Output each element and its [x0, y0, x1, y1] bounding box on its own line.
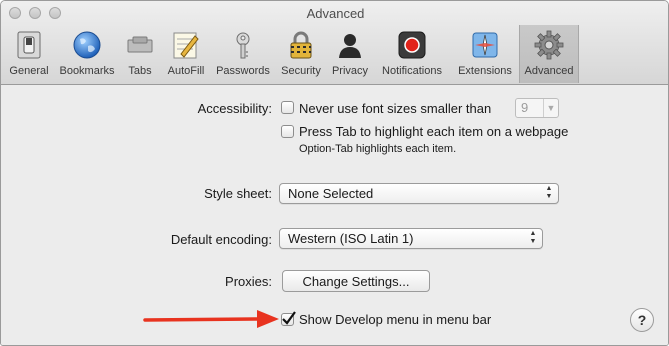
tab-highlight-hint: Option-Tab highlights each item.: [299, 143, 457, 155]
tabs-icon: [123, 29, 157, 61]
general-switch-icon: [12, 29, 46, 61]
preferences-toolbar: General Bookmarks Tabs AutoFill Password…: [3, 25, 579, 83]
advanced-pane: Accessibility: Never use font sizes smal…: [1, 86, 668, 345]
tab-highlight-checkbox-label: Press Tab to highlight each item on a we…: [299, 124, 569, 139]
toolbar-bookmarks-label: Bookmarks: [59, 65, 115, 77]
min-font-size-checkbox-label: Never use font sizes smaller than: [299, 101, 492, 116]
proxies-label: Proxies:: [225, 274, 272, 289]
notification-record-icon: [395, 29, 429, 61]
checkmark-icon: [282, 311, 296, 325]
window-title: Advanced: [306, 6, 365, 21]
default-encoding-popup[interactable]: Western (ISO Latin 1) ▲ ▼: [279, 228, 543, 249]
toolbar-privacy-label: Privacy: [331, 65, 369, 77]
toolbar-general[interactable]: General: [3, 25, 55, 83]
autofill-pencil-icon: [169, 29, 203, 61]
tab-highlight-checkbox[interactable]: [281, 125, 294, 138]
toolbar-autofill[interactable]: AutoFill: [161, 25, 211, 83]
default-encoding-value: Western (ISO Latin 1): [288, 231, 414, 246]
default-encoding-label: Default encoding:: [170, 232, 272, 247]
min-font-size-select[interactable]: 9 ▼: [515, 98, 559, 118]
toolbar-bookmarks[interactable]: Bookmarks: [55, 25, 119, 83]
toolbar-passwords-label: Passwords: [216, 65, 270, 77]
style-sheet-value: None Selected: [288, 186, 374, 201]
min-font-size-checkbox[interactable]: [281, 101, 294, 114]
min-font-size-value: 9: [521, 100, 529, 115]
toolbar-extensions[interactable]: Extensions: [451, 25, 519, 83]
help-button[interactable]: ?: [630, 308, 654, 332]
change-proxy-settings-button[interactable]: Change Settings...: [282, 270, 430, 292]
preferences-window: Advanced General Bookmarks Tabs AutoFill…: [0, 0, 669, 346]
toolbar-notifications-label: Notifications: [382, 65, 442, 77]
style-sheet-label: Style sheet:: [204, 186, 272, 201]
style-sheet-popup[interactable]: None Selected ▲ ▼: [279, 183, 559, 204]
up-down-arrows-icon: ▲ ▼: [545, 185, 553, 200]
toolbar-advanced-label: Advanced: [524, 65, 574, 77]
toolbar-tabs-label: Tabs: [128, 65, 152, 77]
toolbar-autofill-label: AutoFill: [167, 65, 205, 77]
accessibility-label: Accessibility:: [197, 101, 272, 116]
toolbar-notifications[interactable]: Notifications: [373, 25, 451, 83]
show-develop-menu-checkbox[interactable]: [281, 311, 296, 326]
toolbar-security[interactable]: Security: [275, 25, 327, 83]
toolbar-advanced[interactable]: Advanced: [519, 25, 579, 83]
chevron-down-icon: ▼: [543, 99, 558, 117]
red-arrow-annotation: [143, 310, 279, 328]
toolbar-passwords[interactable]: Passwords: [211, 25, 275, 83]
gear-icon: [532, 29, 566, 61]
toolbar-general-label: General: [9, 65, 49, 77]
padlock-icon: [284, 29, 318, 61]
up-down-arrows-icon: ▲ ▼: [529, 230, 537, 245]
toolbar-security-label: Security: [281, 65, 321, 77]
person-silhouette-icon: [333, 29, 367, 61]
globe-icon: [70, 29, 104, 61]
toolbar-privacy[interactable]: Privacy: [327, 25, 373, 83]
show-develop-menu-label: Show Develop menu in menu bar: [299, 312, 492, 327]
key-icon: [226, 29, 260, 61]
puzzle-compass-icon: [468, 29, 502, 61]
titlebar: Advanced General Bookmarks Tabs AutoFill…: [1, 1, 668, 85]
toolbar-tabs[interactable]: Tabs: [119, 25, 161, 83]
toolbar-extensions-label: Extensions: [458, 65, 512, 77]
